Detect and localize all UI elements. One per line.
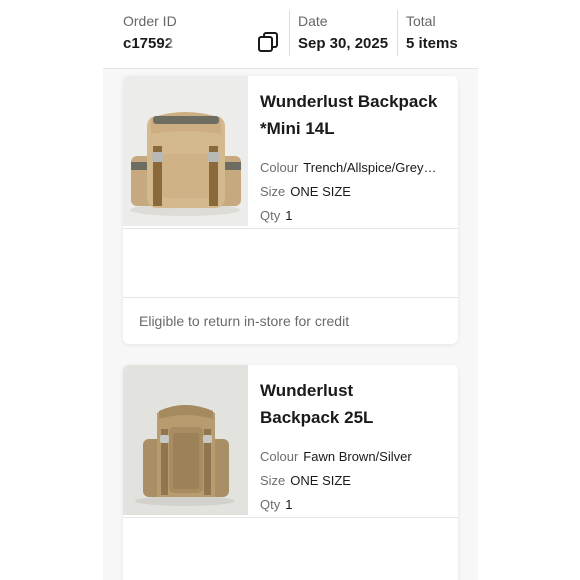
item-attributes: Colour Trench/Allspice/Grey… Size ONE SIZE… bbox=[260, 156, 450, 228]
item-actions-area bbox=[123, 518, 458, 580]
colour-label: Colour bbox=[260, 160, 299, 175]
order-id-redaction bbox=[175, 37, 248, 52]
item-size-row: Size ONE SIZE bbox=[260, 469, 450, 493]
order-item-card[interactable]: Wunderlust Backpack 25L Colour Fawn Brown… bbox=[123, 365, 458, 580]
return-eligibility-note: Eligible to return in-store for credit bbox=[139, 313, 350, 329]
product-thumbnail[interactable] bbox=[123, 365, 248, 515]
item-colour-row: Colour Fawn Brown/Silver bbox=[260, 445, 450, 469]
item-qty-row: Qty 1 bbox=[260, 493, 450, 517]
copy-icon[interactable] bbox=[256, 30, 280, 54]
item-summary: Wunderlust Backpack *Mini 14L Colour Tren… bbox=[123, 76, 458, 229]
header-divider bbox=[397, 10, 398, 56]
item-title-line: Wunderlust Backpack bbox=[260, 92, 438, 111]
order-date-value: Sep 30, 2025 bbox=[298, 35, 389, 52]
item-qty-row: Qty 1 bbox=[260, 204, 450, 228]
item-actions-area bbox=[123, 229, 458, 298]
order-id-label: Order ID bbox=[123, 13, 177, 29]
size-label: Size bbox=[260, 473, 286, 488]
backpack-image-icon bbox=[123, 365, 248, 515]
order-total-block: Total 5 items bbox=[406, 12, 458, 54]
order-id-value: c17592 bbox=[123, 35, 174, 52]
colour-label: Colour bbox=[260, 449, 299, 464]
qty-label: Qty bbox=[260, 208, 281, 223]
backpack-image-icon bbox=[123, 76, 248, 226]
header-divider bbox=[289, 10, 290, 56]
order-date-label: Date bbox=[298, 13, 328, 29]
order-id-value-row: c17592 bbox=[123, 34, 248, 54]
size-value: ONE SIZE bbox=[290, 473, 351, 488]
colour-value: Trench/Allspice/Grey… bbox=[303, 160, 437, 175]
item-title[interactable]: Wunderlust Backpack *Mini 14L bbox=[260, 88, 450, 142]
order-total-label: Total bbox=[406, 13, 436, 29]
item-title[interactable]: Wunderlust Backpack 25L bbox=[260, 377, 450, 431]
item-title-line: Backpack 25L bbox=[260, 408, 374, 427]
item-attributes: Colour Fawn Brown/Silver Size ONE SIZE Qty… bbox=[260, 445, 450, 517]
qty-value: 1 bbox=[285, 208, 293, 223]
item-details: Wunderlust Backpack 25L Colour Fawn Brown… bbox=[260, 377, 450, 517]
colour-value: Fawn Brown/Silver bbox=[303, 449, 412, 464]
order-item-card[interactable]: Wunderlust Backpack *Mini 14L Colour Tren… bbox=[123, 76, 458, 344]
order-total-value: 5 items bbox=[406, 35, 458, 52]
product-thumbnail[interactable] bbox=[123, 76, 248, 226]
item-summary: Wunderlust Backpack 25L Colour Fawn Brown… bbox=[123, 365, 458, 518]
order-date-block: Date Sep 30, 2025 bbox=[298, 12, 388, 54]
order-id-block: Order ID c17592 bbox=[123, 12, 248, 54]
qty-value: 1 bbox=[285, 497, 293, 512]
screenshot-frame: Order ID c17592 Date Sep 30, 2025 Total … bbox=[0, 0, 580, 580]
item-title-line: *Mini 14L bbox=[260, 119, 335, 138]
item-title-line: Wunderlust bbox=[260, 381, 354, 400]
order-detail-page: Order ID c17592 Date Sep 30, 2025 Total … bbox=[103, 0, 478, 580]
qty-label: Qty bbox=[260, 497, 281, 512]
item-details: Wunderlust Backpack *Mini 14L Colour Tren… bbox=[260, 88, 450, 228]
size-value: ONE SIZE bbox=[290, 184, 351, 199]
order-summary-header: Order ID c17592 Date Sep 30, 2025 Total … bbox=[103, 0, 478, 69]
item-colour-row: Colour Trench/Allspice/Grey… bbox=[260, 156, 450, 180]
item-size-row: Size ONE SIZE bbox=[260, 180, 450, 204]
size-label: Size bbox=[260, 184, 286, 199]
